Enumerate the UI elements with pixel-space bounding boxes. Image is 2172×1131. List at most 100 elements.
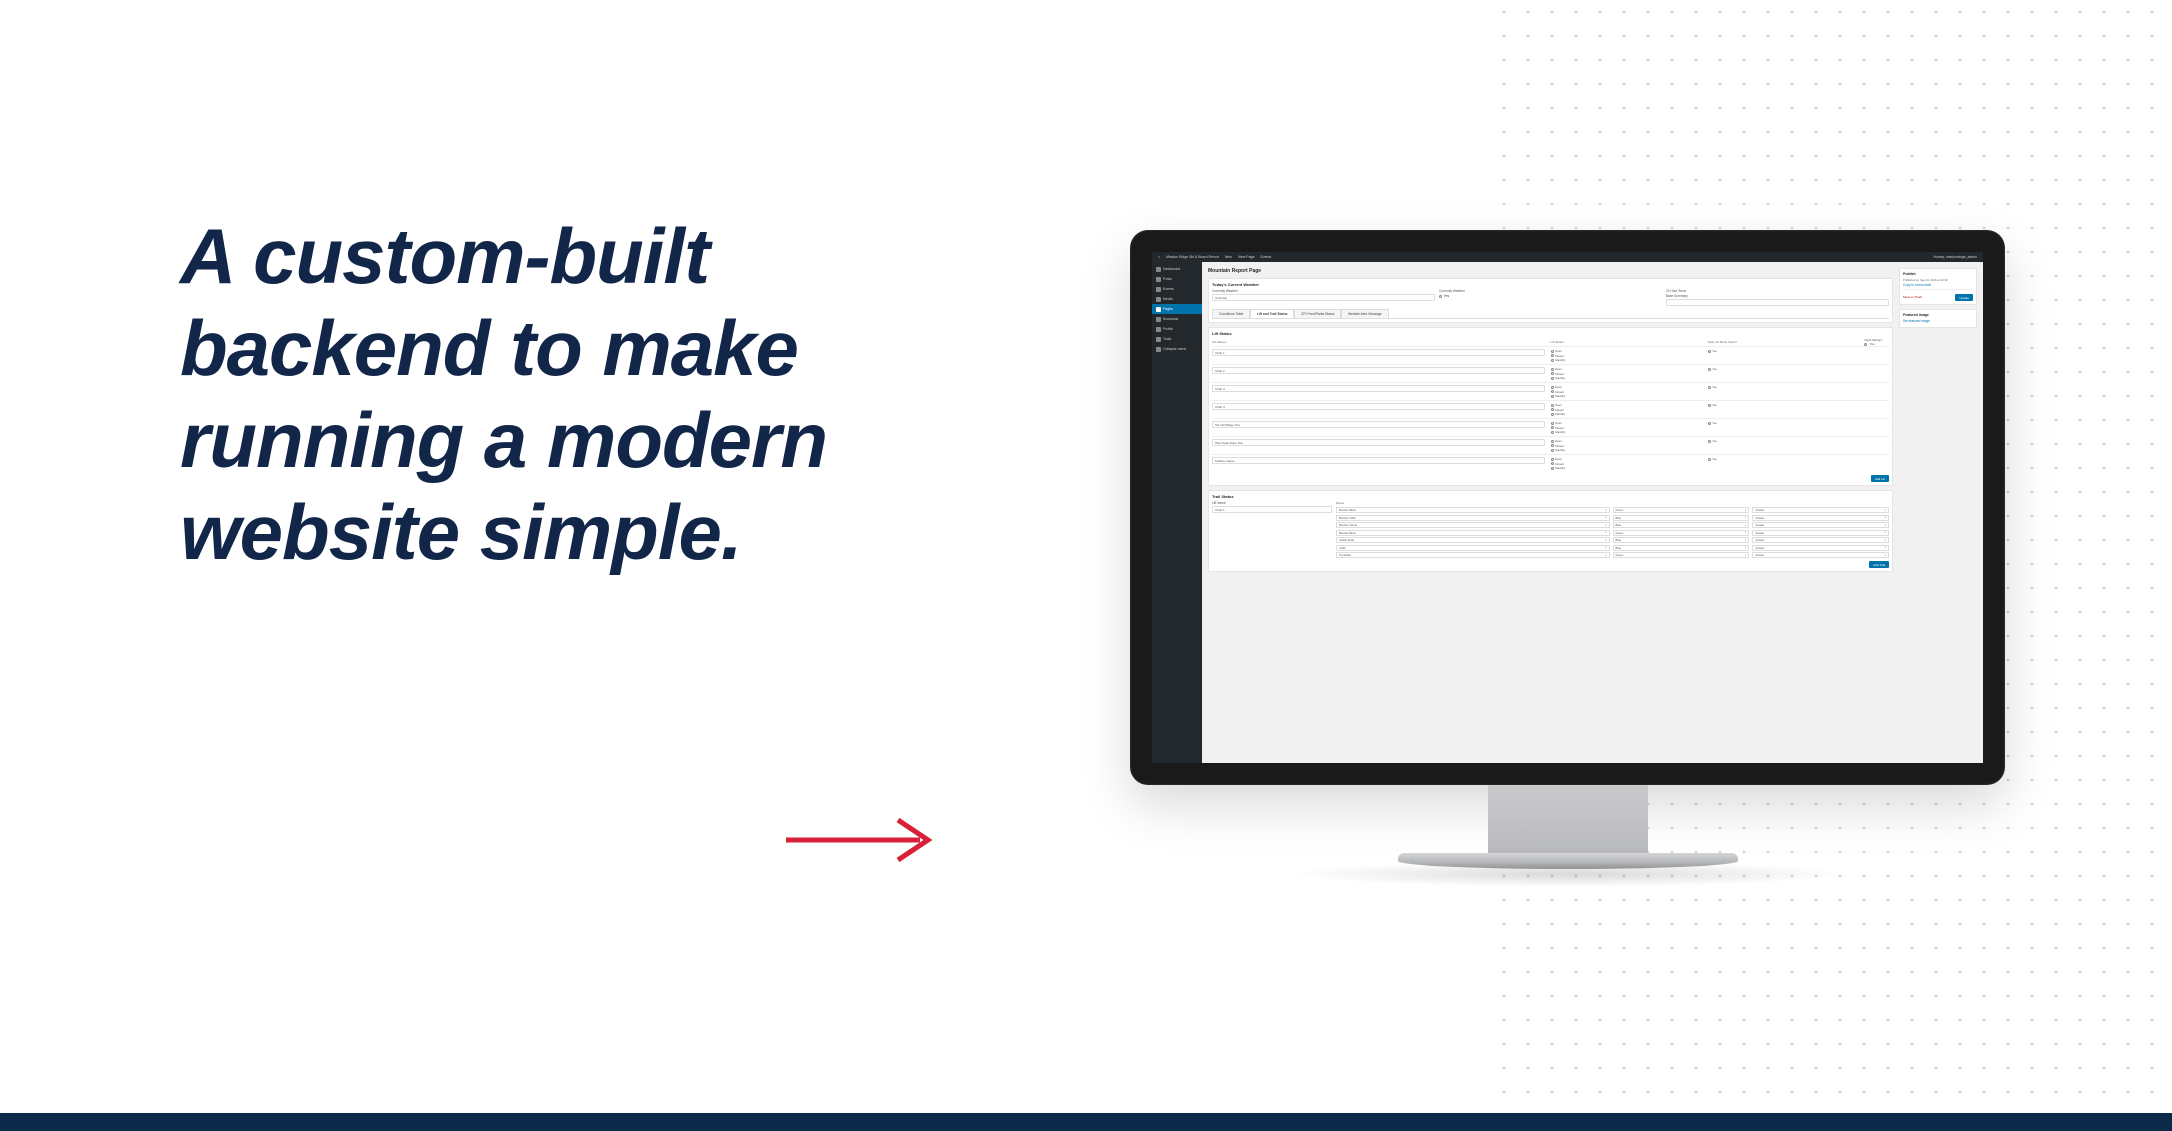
sidebar-item-dashboard[interactable]: Dashboard [1152, 264, 1202, 274]
sidebar-item-events[interactable]: Events [1152, 284, 1202, 294]
trail-diff-select[interactable]: Blue [1613, 537, 1750, 543]
radio-label: Yes [1712, 457, 1717, 461]
status-radio[interactable]: Standby [1551, 466, 1702, 470]
sidebar-item-tools[interactable]: Tools [1152, 334, 1202, 344]
trail-name-select[interactable]: Bomber Bowl [1336, 530, 1610, 536]
status-radio[interactable]: Closed [1551, 354, 1702, 358]
admin-bar-view[interactable]: View Page [1238, 255, 1255, 259]
status-radio[interactable]: Closed [1551, 444, 1702, 448]
status-radio[interactable]: Closed [1551, 462, 1702, 466]
admin-bar[interactable]: ⌂ Mission Ridge Ski & Board Resort New V… [1152, 252, 1983, 262]
lift-name-input[interactable]: Chair 1 [1212, 349, 1545, 356]
lift-name-input[interactable]: Wee Peak Rope Tow [1212, 439, 1545, 446]
sidebar-item-posts[interactable]: Posts [1152, 274, 1202, 284]
status-radio[interactable]: Standby [1551, 430, 1702, 434]
book-radio[interactable]: Yes [1708, 349, 1889, 353]
admin-bar-new[interactable]: New [1225, 255, 1232, 259]
status-radio[interactable]: Standby [1551, 358, 1702, 362]
trail-lift-input[interactable]: Chair 1 [1212, 506, 1332, 513]
site-title[interactable]: Mission Ridge Ski & Board Resort [1166, 255, 1219, 259]
lift-name-input[interactable]: Chair 3 [1212, 385, 1545, 392]
set-featured-link[interactable]: Set featured image [1903, 319, 1973, 323]
lift-name-input[interactable]: Chair 4 [1212, 403, 1545, 410]
status-radio[interactable]: Standby [1551, 376, 1702, 380]
trail-name-select[interactable]: Bomber Cliffs [1336, 515, 1610, 521]
radio-icon[interactable] [1439, 295, 1442, 298]
trail-diff-select[interactable]: Blue [1613, 522, 1750, 528]
status-radio[interactable]: Standby [1551, 394, 1702, 398]
trail-name-select[interactable]: Chak [1336, 545, 1610, 551]
trail-diff-select[interactable]: Green [1613, 530, 1750, 536]
status-radio[interactable]: Open [1551, 367, 1702, 371]
menu-label: Pages [1163, 307, 1173, 311]
tab-website-alert-message[interactable]: Website Alert Message [1341, 309, 1389, 318]
status-radio[interactable]: Closed [1551, 390, 1702, 394]
weather-input[interactable]: Overcast [1212, 294, 1435, 301]
menu-icon [1156, 277, 1161, 282]
radio-icon[interactable] [1864, 343, 1867, 346]
status-radio[interactable]: Standby [1551, 448, 1702, 452]
status-radio[interactable]: Open [1551, 403, 1702, 407]
sidebar-item-media[interactable]: Media [1152, 294, 1202, 304]
lift-name-input[interactable]: Chair 2 [1212, 367, 1545, 374]
lift-row: Chair 1 OpenClosedStandby Yes [1212, 346, 1889, 364]
trail-diff-select[interactable]: Blue [1613, 545, 1750, 551]
trail-name-select[interactable]: Bomber Bowl [1336, 507, 1610, 513]
status-radio[interactable]: Open [1551, 439, 1702, 443]
status-radio[interactable]: Closed [1551, 372, 1702, 376]
book-radio[interactable]: Yes [1708, 367, 1889, 371]
status-radio[interactable]: Standby [1551, 412, 1702, 416]
copy-draft-link[interactable]: Copy to a new draft [1903, 283, 1973, 287]
trash-link[interactable]: Move to Trash [1903, 295, 1922, 299]
trail-status-select[interactable]: Closed [1752, 545, 1889, 551]
trail-status-select[interactable]: Closed [1752, 530, 1889, 536]
trail-diff-select[interactable]: Green [1613, 507, 1750, 513]
featured-image-panel: Featured Image Set featured image [1899, 309, 1977, 328]
base-input[interactable] [1666, 299, 1889, 306]
book-radio[interactable]: Yes [1708, 403, 1889, 407]
admin-bar-user[interactable]: Howdy, missionridge_admin [1933, 255, 1977, 259]
trail-name-select[interactable]: Bomber Chute [1336, 522, 1610, 528]
status-radio[interactable]: Open [1551, 421, 1702, 425]
sidebar-item-snowcast[interactable]: Snowcast [1152, 314, 1202, 324]
night-yes[interactable]: Yes [1870, 342, 1875, 346]
yes-option[interactable]: Yes [1444, 294, 1450, 298]
trail-diff-select[interactable]: Blue [1613, 515, 1750, 521]
status-radio[interactable]: Open [1551, 385, 1702, 389]
trail-diff-select[interactable]: Green [1613, 552, 1750, 558]
trail-name-select[interactable]: Tumwater [1336, 552, 1610, 558]
tab-conditions-table[interactable]: Conditions Table [1212, 309, 1250, 318]
trail-status-select[interactable]: Closed [1752, 507, 1889, 513]
radio-icon [1551, 350, 1554, 353]
trail-status-select[interactable]: Closed [1752, 522, 1889, 528]
book-radio[interactable]: Yes [1708, 421, 1889, 425]
tab-cpi-feed/parks-status[interactable]: CPI Feed/Parks Status [1294, 309, 1342, 318]
status-radio[interactable]: Open [1551, 349, 1702, 353]
arrow-icon [780, 810, 940, 875]
trail-name-select[interactable]: Castle Peak [1336, 537, 1610, 543]
update-button[interactable]: Update [1955, 294, 1973, 301]
admin-bar-events[interactable]: Events [1261, 255, 1272, 259]
status-radio[interactable]: Closed [1551, 408, 1702, 412]
lift-name-input[interactable]: Kiddies Carpet [1212, 457, 1545, 464]
trail-status-select[interactable]: Closed [1752, 537, 1889, 543]
book-radio[interactable]: Yes [1708, 439, 1889, 443]
status-radio[interactable]: Open [1551, 457, 1702, 461]
add-trail-button[interactable]: Add Trail [1869, 561, 1889, 568]
sidebar-item-pages[interactable]: Pages [1152, 304, 1202, 314]
radio-icon [1551, 395, 1554, 398]
add-lift-button[interactable]: Add Lift [1871, 475, 1889, 482]
sidebar-item-collapse-menu[interactable]: Collapse menu [1152, 344, 1202, 354]
sidebar-item-profile[interactable]: Profile [1152, 324, 1202, 334]
status-radio[interactable]: Closed [1551, 426, 1702, 430]
tab-lift-and-trail-status[interactable]: Lift and Trail Status [1250, 309, 1295, 318]
trail-row: Bomber BowlGreenClosed [1336, 507, 1889, 513]
radio-label: Yes [1712, 403, 1717, 407]
book-radio[interactable]: Yes [1708, 385, 1889, 389]
trail-row: Bomber BowlGreenClosed [1336, 530, 1889, 536]
book-radio[interactable]: Yes [1708, 457, 1889, 461]
trail-status-select[interactable]: Closed [1752, 515, 1889, 521]
night-skiing: Night Skiing? Yes [1864, 338, 1882, 346]
trail-status-select[interactable]: Closed [1752, 552, 1889, 558]
lift-name-input[interactable]: Ski Lift/Village Tow [1212, 421, 1545, 428]
